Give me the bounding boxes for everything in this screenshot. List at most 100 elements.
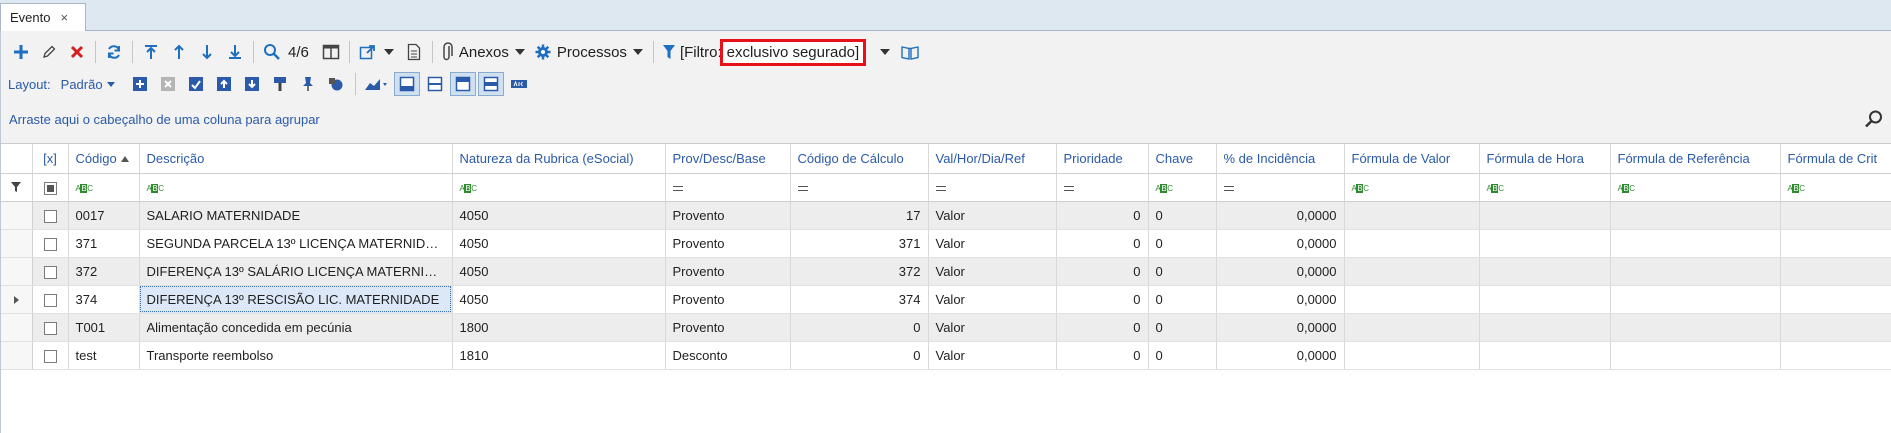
table-row[interactable]: 372 DIFERENÇA 13º SALÁRIO LICENÇA MATERN… xyxy=(1,257,1891,286)
row-indicator[interactable] xyxy=(1,313,33,342)
cell-descricao[interactable]: SEGUNDA PARCELA 13º LICENÇA MATERNIDADE xyxy=(139,229,453,258)
cell-formula-hora[interactable] xyxy=(1479,341,1611,370)
cell-prov[interactable]: Provento xyxy=(665,313,791,342)
cell-descricao[interactable]: SALARIO MATERNIDADE xyxy=(139,201,453,230)
cell-val[interactable]: Valor xyxy=(928,229,1057,258)
cell-incidencia[interactable]: 0,0000 xyxy=(1216,313,1345,342)
cell-formula-hora[interactable] xyxy=(1479,229,1611,258)
download-layout-icon[interactable] xyxy=(239,72,265,96)
active-filter[interactable]: [Filtro: exclusivo segurado] xyxy=(680,38,867,66)
cell-codigo[interactable]: T001 xyxy=(68,313,140,342)
cell-prov[interactable]: Provento xyxy=(665,201,791,230)
cell-descricao[interactable]: Alimentação concedida em pecúnia xyxy=(139,313,453,342)
cell-formula-referencia[interactable] xyxy=(1610,341,1781,370)
last-record-icon[interactable] xyxy=(221,38,249,66)
upload-layout-icon[interactable] xyxy=(211,72,237,96)
chart-icon[interactable] xyxy=(360,72,392,96)
filter-codigo[interactable]: ABC xyxy=(68,173,140,202)
table-row[interactable]: test Transporte reembolso 1810 Desconto … xyxy=(1,341,1891,370)
cell-prov[interactable]: Provento xyxy=(665,285,791,314)
filter-prov[interactable] xyxy=(665,173,791,202)
cell-prioridade[interactable]: 0 xyxy=(1056,313,1149,342)
cell-formula-criterio[interactable] xyxy=(1780,201,1891,230)
cell-formula-referencia[interactable] xyxy=(1610,201,1781,230)
cell-chave[interactable]: 0 xyxy=(1148,229,1217,258)
cell-formula-criterio[interactable] xyxy=(1780,257,1891,286)
column-header-val-hor-dia-ref[interactable]: Val/Hor/Dia/Ref xyxy=(928,144,1057,174)
cell-natureza[interactable]: 4050 xyxy=(452,285,666,314)
column-header-natureza[interactable]: Natureza da Rubrica (eSocial) xyxy=(452,144,666,174)
filter-val[interactable] xyxy=(928,173,1057,202)
column-header-codigo-calculo[interactable]: Código de Cálculo xyxy=(790,144,929,174)
column-header-formula-hora[interactable]: Fórmula de Hora xyxy=(1479,144,1611,174)
column-header-prioridade[interactable]: Prioridade xyxy=(1056,144,1149,174)
row-checkbox[interactable] xyxy=(43,237,57,251)
processos-button[interactable]: Processos xyxy=(531,38,631,66)
cell-descricao[interactable]: DIFERENÇA 13º SALÁRIO LICENÇA MATERNIDAD… xyxy=(139,257,453,286)
cell-formula-valor[interactable] xyxy=(1344,285,1480,314)
cell-val[interactable]: Valor xyxy=(928,201,1057,230)
row-indicator[interactable] xyxy=(1,285,33,314)
cell-formula-hora[interactable] xyxy=(1479,285,1611,314)
cell-formula-hora[interactable] xyxy=(1479,313,1611,342)
book-icon[interactable] xyxy=(896,38,924,66)
cell-codigo[interactable]: 372 xyxy=(68,257,140,286)
row-checkbox[interactable] xyxy=(43,293,57,307)
tab-evento[interactable]: Evento × xyxy=(0,3,86,31)
add-layout-icon[interactable] xyxy=(127,72,153,96)
cell-formula-criterio[interactable] xyxy=(1780,313,1891,342)
row-select[interactable] xyxy=(32,257,69,286)
save-layout-icon[interactable] xyxy=(183,72,209,96)
cell-formula-valor[interactable] xyxy=(1344,257,1480,286)
cell-codigo[interactable]: test xyxy=(68,341,140,370)
table-row[interactable]: 0017 SALARIO MATERNIDADE 4050 Provento 1… xyxy=(1,201,1891,230)
cell-calc[interactable]: 0 xyxy=(790,313,929,342)
cell-formula-hora[interactable] xyxy=(1479,257,1611,286)
filter-chave[interactable]: ABC xyxy=(1148,173,1217,202)
next-record-icon[interactable] xyxy=(193,38,221,66)
row-select[interactable] xyxy=(32,341,69,370)
layout-select[interactable]: Padrão xyxy=(61,77,115,92)
spellcheck-icon[interactable] xyxy=(506,72,532,96)
cell-chave[interactable]: 0 xyxy=(1148,201,1217,230)
row-indicator[interactable] xyxy=(1,257,33,286)
cell-codigo[interactable]: 374 xyxy=(68,285,140,314)
filter-descricao[interactable]: ABC xyxy=(139,173,453,202)
column-header-incidencia[interactable]: % de Incidência xyxy=(1216,144,1345,174)
cell-formula-valor[interactable] xyxy=(1344,229,1480,258)
first-record-icon[interactable] xyxy=(137,38,165,66)
cell-prioridade[interactable]: 0 xyxy=(1056,201,1149,230)
processos-dropdown-arrow[interactable] xyxy=(632,49,643,55)
columns-layout-icon[interactable] xyxy=(317,38,345,66)
anexos-dropdown-arrow[interactable] xyxy=(514,49,525,55)
table-row[interactable]: 371 SEGUNDA PARCELA 13º LICENÇA MATERNID… xyxy=(1,229,1891,258)
cell-chave[interactable]: 0 xyxy=(1148,257,1217,286)
cell-formula-criterio[interactable] xyxy=(1780,285,1891,314)
cell-codigo[interactable]: 0017 xyxy=(68,201,140,230)
column-header-formula-valor[interactable]: Fórmula de Valor xyxy=(1344,144,1480,174)
cell-val[interactable]: Valor xyxy=(928,285,1057,314)
filter-formula-criterio[interactable]: ABC xyxy=(1780,173,1891,202)
cell-val[interactable]: Valor xyxy=(928,313,1057,342)
cell-formula-referencia[interactable] xyxy=(1610,229,1781,258)
cell-incidencia[interactable]: 0,0000 xyxy=(1216,341,1345,370)
table-row[interactable]: T001 Alimentação concedida em pecúnia 18… xyxy=(1,313,1891,342)
filter-formula-valor[interactable]: ABC xyxy=(1344,173,1480,202)
filter-dropdown-arrow[interactable] xyxy=(880,49,891,55)
cell-formula-criterio[interactable] xyxy=(1780,341,1891,370)
cell-prioridade[interactable]: 0 xyxy=(1056,229,1149,258)
cell-prov[interactable]: Provento xyxy=(665,257,791,286)
filter-prioridade[interactable] xyxy=(1056,173,1149,202)
header-panel-toggle-icon[interactable] xyxy=(449,72,476,96)
cell-prov[interactable]: Desconto xyxy=(665,341,791,370)
cell-natureza[interactable]: 1800 xyxy=(452,313,666,342)
filter-select-all[interactable] xyxy=(32,173,69,202)
cell-val[interactable]: Valor xyxy=(928,341,1057,370)
cell-chave[interactable]: 0 xyxy=(1148,285,1217,314)
pin-icon[interactable] xyxy=(295,72,321,96)
cell-calc[interactable]: 374 xyxy=(790,285,929,314)
column-header-formula-referencia[interactable]: Fórmula de Referência xyxy=(1610,144,1781,174)
cell-formula-referencia[interactable] xyxy=(1610,257,1781,286)
row-checkbox[interactable] xyxy=(43,321,57,335)
delete-layout-icon[interactable] xyxy=(155,72,181,96)
